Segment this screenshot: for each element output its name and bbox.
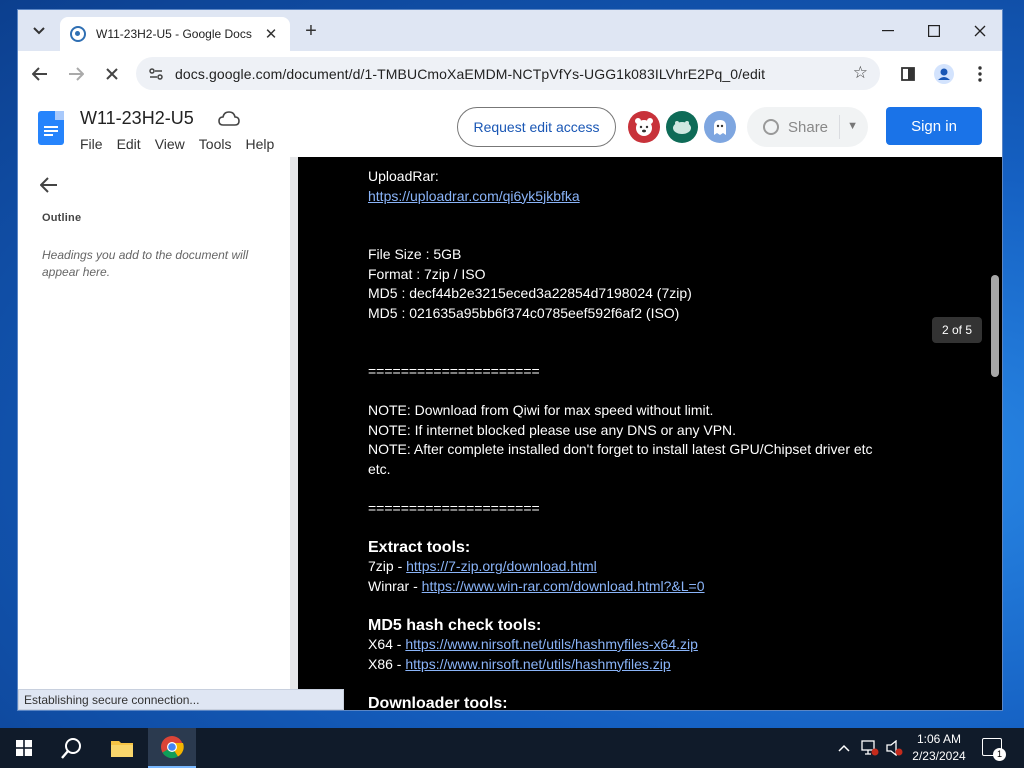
menu-icon[interactable] [966, 61, 994, 87]
document-title[interactable]: W11-23H2-U5 [80, 108, 194, 129]
uploadrar-label: UploadRar: [368, 168, 439, 184]
downloader-tools-heading: Downloader tools: [368, 694, 508, 711]
arrow-left-icon[interactable] [39, 173, 58, 199]
globe-icon [763, 119, 779, 135]
document-body: UploadRar: https://uploadrar.com/qi6yk5j… [368, 167, 908, 710]
document-canvas[interactable]: UploadRar: https://uploadrar.com/qi6yk5j… [298, 157, 1002, 710]
address-bar[interactable]: docs.google.com/document/d/1-TMBUCmoXaEM… [136, 57, 880, 90]
close-icon[interactable]: ✕ [262, 25, 280, 43]
uploadrar-link[interactable]: https://uploadrar.com/qi6yk5jkbfka [368, 188, 580, 204]
share-divider [839, 115, 840, 139]
outline-hint: Headings you add to the document will ap… [42, 248, 249, 279]
zip-link[interactable]: https://7-zip.org/download.html [406, 558, 597, 574]
md5-zip-text: MD5 : decf44b2e3215eced3a22854d7198024 (… [368, 285, 692, 301]
md5-tools-heading: MD5 hash check tools: [368, 616, 542, 634]
status-bubble: Establishing secure connection... [18, 689, 344, 710]
note-qiwi: NOTE: Download from Qiwi for max speed w… [368, 402, 714, 418]
separator-line: ===================== [368, 363, 540, 379]
chevron-down-icon[interactable]: ▼ [847, 120, 858, 132]
site-info-icon[interactable] [146, 64, 166, 84]
share-control: Share ▼ [747, 107, 868, 147]
browser-toolbar: docs.google.com/document/d/1-TMBUCmoXaEM… [18, 51, 1002, 97]
request-edit-access-button[interactable]: Request edit access [457, 107, 616, 147]
notification-count: 1 [993, 748, 1006, 761]
share-button[interactable]: Share [747, 107, 837, 147]
winrar-link[interactable]: https://www.win-rar.com/download.html?&L… [422, 578, 705, 594]
file-size-text: File Size : 5GB [368, 246, 462, 262]
windows-start-icon[interactable] [0, 728, 48, 768]
system-clock[interactable]: 1:06 AM 2/23/2024 [906, 731, 972, 765]
clock-time: 1:06 AM [916, 732, 962, 746]
note-vpn: NOTE: If internet blocked please use any… [368, 421, 737, 438]
scrollbar-thumb[interactable] [991, 275, 999, 377]
winrar-prefix: Winrar - [368, 577, 422, 594]
canvas-gutter [290, 157, 298, 710]
sign-in-button[interactable]: Sign in [886, 107, 982, 145]
window-close-icon[interactable] [960, 18, 1000, 44]
profile-icon[interactable] [930, 61, 958, 87]
md5-iso-text: MD5 : 021635a95bb6f374c0785eef592f6af2 (… [368, 304, 680, 321]
extract-tools-heading: Extract tools: [368, 538, 471, 556]
maximize-icon[interactable] [914, 18, 954, 44]
x86-link[interactable]: https://www.nirsoft.net/utils/hashmyfile… [405, 656, 670, 672]
plus-icon[interactable]: + [299, 20, 323, 44]
note-driver-continued: etc. [368, 460, 391, 477]
viewer-avatar-ghost[interactable] [704, 111, 736, 143]
share-label: Share [788, 118, 829, 136]
url-text[interactable]: docs.google.com/document/d/1-TMBUCmoXaEM… [175, 66, 765, 82]
format-text: Format : 7zip / ISO [368, 265, 486, 282]
viewer-avatar-bear[interactable] [628, 111, 660, 143]
zip-prefix: 7zip - [368, 558, 407, 574]
menu-edit[interactable]: Edit [117, 136, 141, 152]
viewer-avatar-hippo[interactable] [666, 111, 698, 143]
notification-icon[interactable]: 1 [982, 738, 1006, 761]
star-icon[interactable]: ☆ [853, 63, 868, 83]
separator-line: ===================== [368, 499, 540, 516]
x64-prefix: X64 - [368, 636, 406, 652]
stop-icon[interactable] [98, 61, 126, 87]
chrome-icon[interactable] [148, 728, 196, 768]
menu-view[interactable]: View [155, 136, 185, 152]
menu-file[interactable]: File [80, 136, 103, 152]
side-panel-icon[interactable] [894, 61, 922, 87]
docs-logo-icon[interactable] [38, 111, 64, 145]
taskbar: 1:06 AM 2/23/2024 1 [0, 728, 1024, 768]
network-icon[interactable] [861, 728, 879, 768]
docs-favicon-icon [70, 26, 86, 42]
chevron-up-icon[interactable] [838, 728, 850, 768]
search-icon[interactable] [48, 728, 96, 768]
outline-label: Outline [42, 212, 82, 224]
outline-sidebar: Outline Headings you add to the document… [18, 157, 290, 710]
menu-help[interactable]: Help [245, 136, 274, 152]
tab-strip: W11-23H2-U5 - Google Docs ✕ + [18, 10, 1002, 51]
minimize-icon[interactable] [868, 18, 908, 44]
back-icon[interactable] [26, 61, 54, 87]
x86-prefix: X86 - [368, 655, 406, 672]
note-driver: NOTE: After complete installed don't for… [368, 441, 873, 457]
tab-title: W11-23H2-U5 - Google Docs [96, 27, 252, 41]
volume-icon[interactable] [886, 728, 904, 768]
active-tab[interactable]: W11-23H2-U5 - Google Docs ✕ [60, 17, 290, 51]
file-explorer-icon[interactable] [98, 728, 146, 768]
tab-search-icon[interactable] [26, 18, 52, 44]
clock-date: 2/23/2024 [912, 749, 966, 763]
browser-window: W11-23H2-U5 - Google Docs ✕ + docs.googl… [18, 10, 1002, 710]
cloud-icon[interactable] [218, 111, 240, 127]
docs-header: W11-23H2-U5 File Edit View Tools Help Re… [18, 97, 1002, 157]
docs-menu-bar: File Edit View Tools Help [80, 136, 288, 152]
forward-icon[interactable] [62, 61, 90, 87]
page-indicator: 2 of 5 [932, 317, 982, 343]
menu-tools[interactable]: Tools [199, 136, 232, 152]
x64-link[interactable]: https://www.nirsoft.net/utils/hashmyfile… [405, 636, 698, 652]
